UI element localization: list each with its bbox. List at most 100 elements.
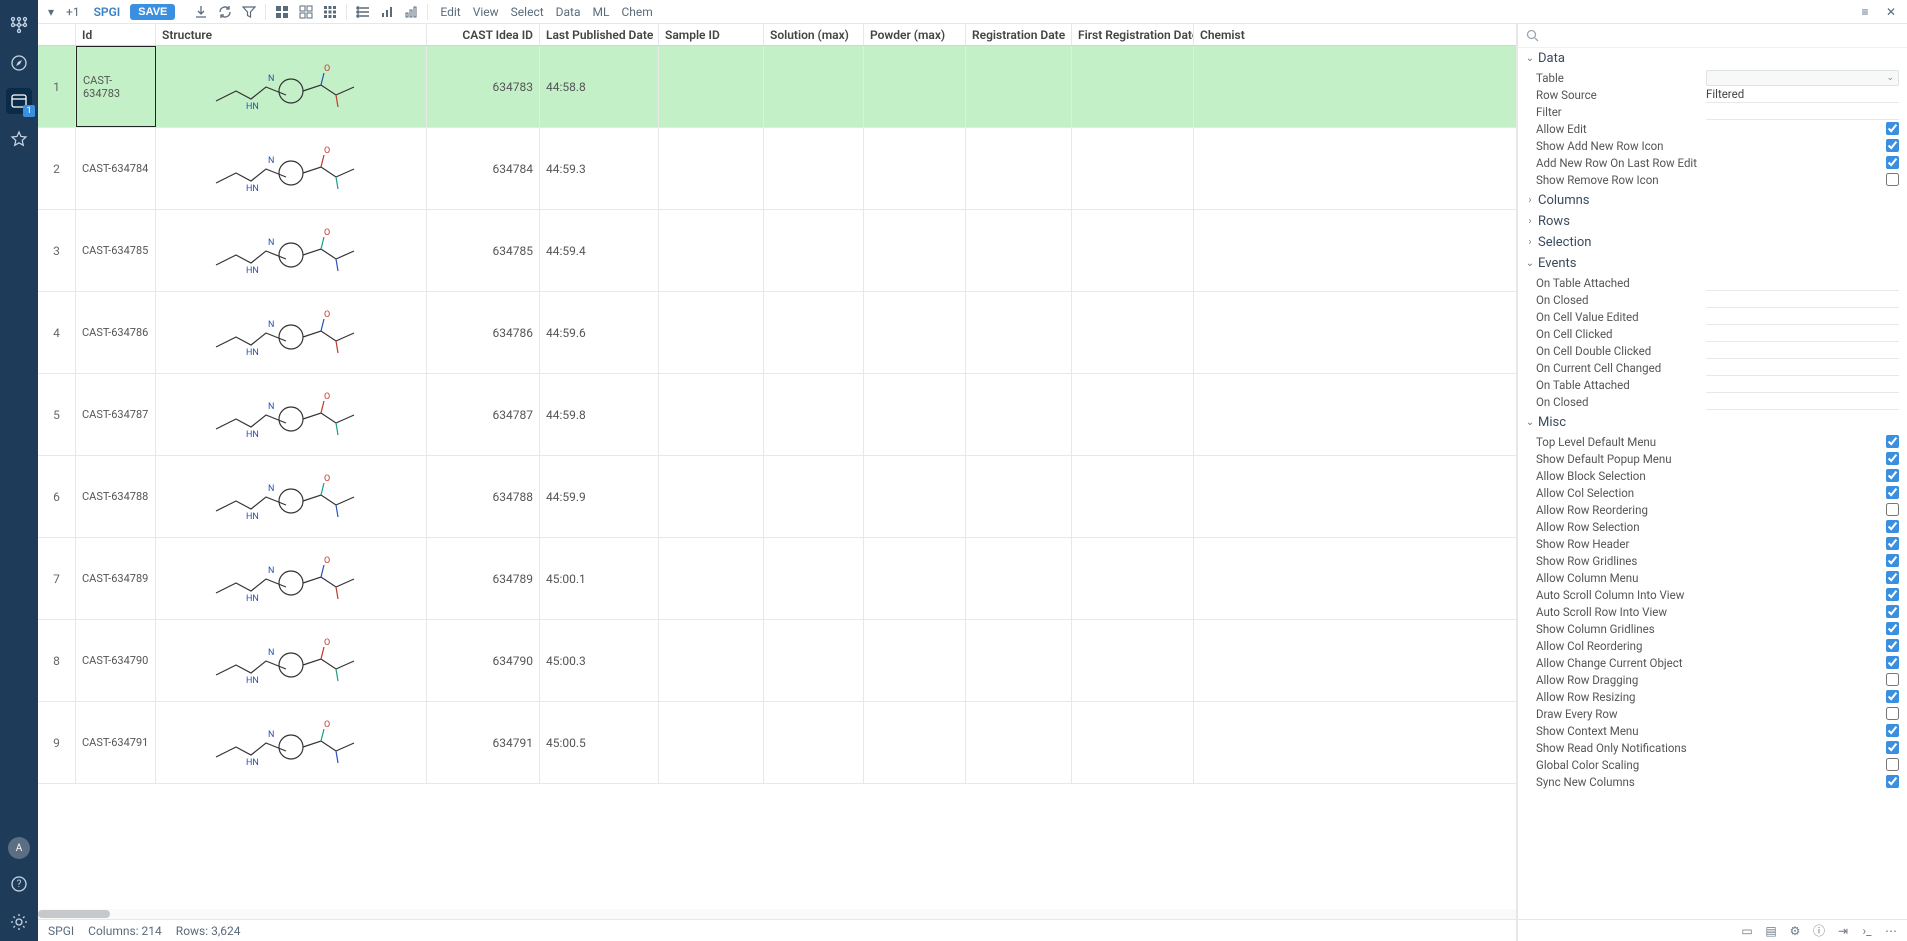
prop-checkbox[interactable] (1886, 173, 1899, 186)
table-row[interactable]: 7CAST-634789 N O HN 63478945:00.1 (38, 538, 1516, 620)
project-title[interactable]: SPGI (88, 5, 127, 19)
prop-checkbox[interactable] (1886, 758, 1899, 771)
table-row[interactable]: 1CAST-634783 N O HN 63478344:58.8 (38, 46, 1516, 128)
panel-view2-icon[interactable]: ▤ (1763, 923, 1779, 939)
prop-checkbox[interactable] (1886, 775, 1899, 788)
cell-regdate[interactable] (966, 538, 1072, 619)
grid1-icon[interactable] (272, 2, 292, 22)
cell-structure[interactable]: N O HN (156, 456, 427, 537)
prop-input[interactable] (1706, 104, 1899, 120)
prop-checkbox[interactable] (1886, 156, 1899, 169)
cell-regdate[interactable] (966, 210, 1072, 291)
menu-select[interactable]: Select (505, 3, 550, 21)
cell-chemist[interactable] (1194, 538, 1246, 619)
col-structure[interactable]: Structure (156, 24, 427, 45)
cell-chemist[interactable] (1194, 374, 1246, 455)
cell-castid[interactable]: 634791 (427, 702, 540, 783)
cell-chemist[interactable] (1194, 620, 1246, 701)
prop-checkbox[interactable] (1886, 639, 1899, 652)
cell-structure[interactable]: N O HN (156, 702, 427, 783)
prop-input[interactable] (1706, 343, 1899, 359)
prop-checkbox[interactable] (1886, 503, 1899, 516)
prop-input[interactable]: Filtered (1706, 87, 1899, 103)
menu-ml[interactable]: ML (587, 3, 616, 21)
cell-powmax[interactable] (864, 128, 966, 209)
col-lastpub[interactable]: Last Published Date (540, 24, 659, 45)
cell-firstreg[interactable] (1072, 538, 1194, 619)
prop-checkbox[interactable] (1886, 554, 1899, 567)
cell-sampleid[interactable] (659, 128, 764, 209)
filter-icon[interactable] (239, 2, 259, 22)
cell-lpd[interactable]: 44:59.3 (540, 128, 659, 209)
col-solmax[interactable]: Solution (max) (764, 24, 864, 45)
table-row[interactable]: 9CAST-634791 N O HN 63479145:00.5 (38, 702, 1516, 784)
cell-powmax[interactable] (864, 292, 966, 373)
prop-input[interactable] (1706, 394, 1899, 410)
save-button[interactable]: SAVE (130, 4, 175, 20)
section-data[interactable]: ⌄Data (1518, 48, 1907, 69)
prop-input[interactable] (1706, 275, 1899, 291)
cell-castid[interactable]: 634788 (427, 456, 540, 537)
panel-console-icon[interactable]: ›_ (1859, 923, 1875, 939)
cell-powmax[interactable] (864, 210, 966, 291)
cell-structure[interactable]: N O HN (156, 128, 427, 209)
prop-checkbox[interactable] (1886, 435, 1899, 448)
cell-solmax[interactable] (764, 374, 864, 455)
section-selection[interactable]: ›Selection (1518, 232, 1907, 253)
logo-icon[interactable] (6, 12, 32, 38)
cell-lpd[interactable]: 44:59.6 (540, 292, 659, 373)
cell-powmax[interactable] (864, 46, 966, 127)
prop-checkbox[interactable] (1886, 537, 1899, 550)
cell-firstreg[interactable] (1072, 128, 1194, 209)
hamburger-icon[interactable]: ≡ (1855, 2, 1875, 22)
cell-structure[interactable]: N O HN (156, 46, 427, 127)
cell-castid[interactable]: 634789 (427, 538, 540, 619)
workspace-icon[interactable] (6, 88, 32, 114)
prop-checkbox[interactable] (1886, 673, 1899, 686)
cell-sampleid[interactable] (659, 620, 764, 701)
cell-firstreg[interactable] (1072, 620, 1194, 701)
cell-regdate[interactable] (966, 456, 1072, 537)
prop-checkbox[interactable] (1886, 690, 1899, 703)
cell-solmax[interactable] (764, 210, 864, 291)
cell-lpd[interactable]: 45:00.1 (540, 538, 659, 619)
cell-castid[interactable]: 634790 (427, 620, 540, 701)
section-columns[interactable]: ›Columns (1518, 190, 1907, 211)
cell-chemist[interactable] (1194, 292, 1246, 373)
cell-firstreg[interactable] (1072, 374, 1194, 455)
panel-info-icon[interactable]: ⓘ (1811, 923, 1827, 939)
cell-id[interactable]: CAST-634786 (76, 292, 156, 373)
cell-id[interactable]: CAST-634783 (76, 46, 156, 127)
panel-view1-icon[interactable]: ▭ (1739, 923, 1755, 939)
section-misc[interactable]: ⌄Misc (1518, 412, 1907, 433)
prop-input[interactable] (1706, 292, 1899, 308)
cell-structure[interactable]: N O HN (156, 374, 427, 455)
col-firstreg[interactable]: First Registration Date (1072, 24, 1194, 45)
cell-castid[interactable]: 634783 (427, 46, 540, 127)
user-avatar[interactable]: A (8, 837, 30, 859)
cell-lpd[interactable]: 44:59.9 (540, 456, 659, 537)
cell-id[interactable]: CAST-634790 (76, 620, 156, 701)
cell-regdate[interactable] (966, 620, 1072, 701)
cell-lpd[interactable]: 45:00.3 (540, 620, 659, 701)
cell-id[interactable]: CAST-634788 (76, 456, 156, 537)
close-icon[interactable]: ✕ (1881, 2, 1901, 22)
cell-solmax[interactable] (764, 538, 864, 619)
prop-input[interactable] (1706, 360, 1899, 376)
cell-regdate[interactable] (966, 374, 1072, 455)
cell-chemist[interactable] (1194, 128, 1246, 209)
cell-solmax[interactable] (764, 46, 864, 127)
cell-castid[interactable]: 634785 (427, 210, 540, 291)
cell-id[interactable]: CAST-634789 (76, 538, 156, 619)
col-regdate[interactable]: Registration Date (966, 24, 1072, 45)
prop-checkbox[interactable] (1886, 571, 1899, 584)
section-rows[interactable]: ›Rows (1518, 211, 1907, 232)
bar2-icon[interactable] (401, 2, 421, 22)
cell-chemist[interactable] (1194, 702, 1246, 783)
cell-solmax[interactable] (764, 292, 864, 373)
cell-id[interactable]: CAST-634787 (76, 374, 156, 455)
menu-chem[interactable]: Chem (615, 3, 658, 21)
cell-sampleid[interactable] (659, 456, 764, 537)
prop-checkbox[interactable] (1886, 605, 1899, 618)
cell-sampleid[interactable] (659, 292, 764, 373)
